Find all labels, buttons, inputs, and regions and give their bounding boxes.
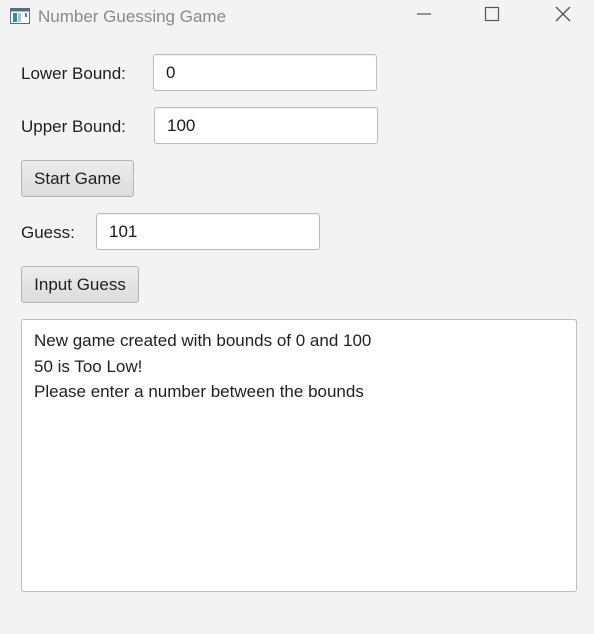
close-icon	[554, 5, 572, 28]
close-button[interactable]	[540, 0, 586, 32]
output-line: 50 is Too Low!	[34, 356, 143, 376]
app-window: Number Guessing Game Lower Bound: Upper …	[0, 0, 594, 634]
guess-label: Guess:	[21, 223, 75, 242]
upper-bound-input[interactable]	[154, 107, 378, 144]
maximize-button[interactable]	[469, 0, 515, 32]
output-line: Please enter a number between the bounds	[34, 382, 364, 401]
java-app-icon	[10, 8, 30, 24]
minimize-button[interactable]	[401, 0, 447, 32]
title-bar[interactable]: Number Guessing Game	[0, 0, 594, 34]
upper-bound-label: Upper Bound:	[21, 117, 126, 136]
output-line: New game created with bounds of 0 and 10…	[34, 331, 372, 350]
minimize-icon	[416, 6, 432, 27]
lower-bound-label: Lower Bound:	[21, 64, 126, 83]
start-game-button[interactable]: Start Game	[21, 160, 134, 197]
lower-bound-input[interactable]	[153, 54, 377, 91]
maximize-icon	[484, 6, 500, 27]
guess-input[interactable]	[96, 213, 320, 250]
window-title: Number Guessing Game	[38, 7, 227, 26]
output-text-area[interactable]: New game created with bounds of 0 and 10…	[21, 319, 577, 592]
input-guess-button[interactable]: Input Guess	[21, 266, 139, 303]
